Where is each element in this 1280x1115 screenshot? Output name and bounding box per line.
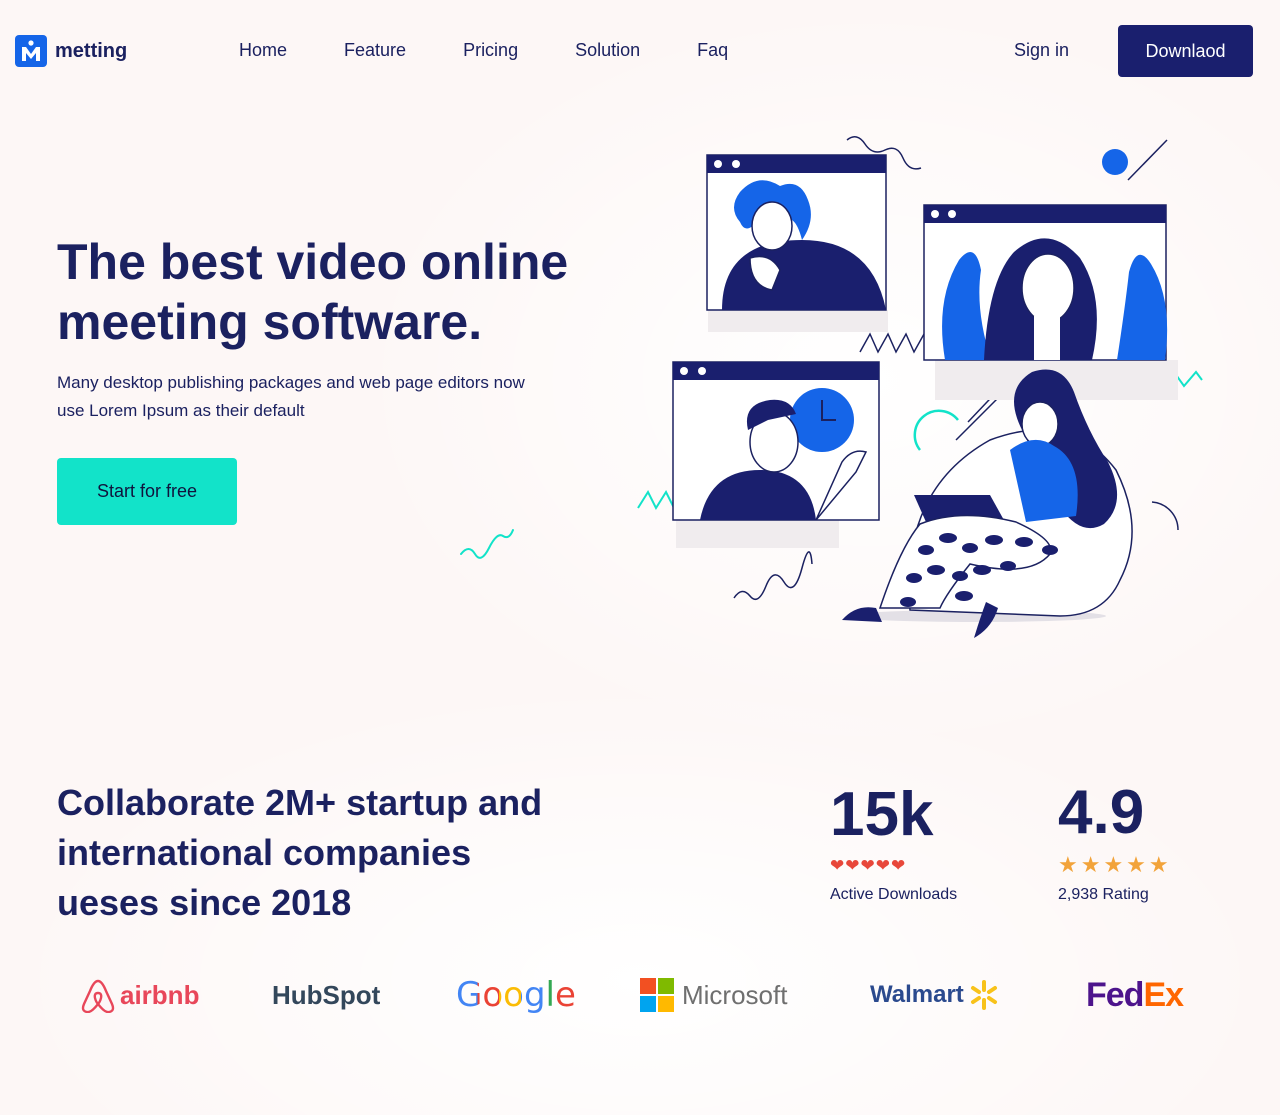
squiggle-decoration — [460, 529, 514, 559]
airbnb-wordmark: airbnb — [120, 979, 200, 1010]
stat-downloads-value: 15k — [830, 780, 934, 849]
airbnb-logo: airbnb — [80, 960, 199, 1030]
logo-icon — [15, 35, 47, 67]
collaborate-heading: Collaborate 2M+ startup and internationa… — [57, 782, 543, 923]
nav-link-faq[interactable]: Faq — [697, 40, 728, 61]
walmart-wordmark: Walmart — [870, 981, 964, 1008]
stat-rating-label: 2,938 Rating — [1058, 886, 1149, 903]
nav-link-pricing[interactable]: Pricing — [463, 40, 518, 61]
main-nav: Home Feature Pricing Solution Faq — [239, 40, 728, 61]
top-navbar: metting Home Feature Pricing Solution Fa… — [0, 0, 1280, 102]
stat-rating: 4.9 ★★★★★ 2,938 Rating — [1058, 778, 1172, 904]
sign-in-link[interactable]: Sign in — [1014, 40, 1069, 61]
download-button[interactable]: Downlaod — [1118, 25, 1253, 77]
walmart-logo: Walmart — [870, 960, 1000, 1030]
hubspot-logo: HubSpot — [272, 960, 380, 1030]
nav-link-home[interactable]: Home — [239, 40, 287, 61]
hubspot-wordmark: HubSpot — [272, 979, 381, 1010]
airbnb-icon — [81, 979, 115, 1013]
partner-logos: airbnb HubSpot Google Microsoft Walmart — [0, 960, 1280, 1030]
star-icons: ★★★★★ — [1058, 852, 1172, 877]
stat-downloads: 15k ❤❤❤❤❤ Active Downloads — [830, 780, 957, 904]
logo[interactable]: metting — [15, 35, 127, 67]
start-for-free-button[interactable]: Start for free — [57, 458, 237, 525]
google-wordmark: Google — [456, 975, 576, 1015]
microsoft-icon — [640, 978, 674, 1012]
fedex-logo: Fed Ex — [1086, 960, 1184, 1030]
walmart-spark-icon — [970, 980, 997, 1010]
hero-title: The best video online meeting software. — [57, 234, 569, 350]
microsoft-wordmark: Microsoft — [682, 979, 788, 1010]
heart-icons: ❤❤❤❤❤ — [830, 856, 907, 875]
stat-rating-value: 4.9 — [1058, 778, 1145, 847]
nav-link-solution[interactable]: Solution — [575, 40, 640, 61]
stat-downloads-label: Active Downloads — [830, 886, 958, 903]
google-logo: Google — [456, 960, 576, 1030]
microsoft-logo: Microsoft — [640, 960, 787, 1030]
video-meeting-illustration — [637, 136, 1203, 638]
fedex-wordmark-fed: Fed — [1086, 975, 1144, 1014]
nav-link-feature[interactable]: Feature — [344, 40, 406, 61]
hero-description: Many desktop publishing packages and web… — [57, 373, 525, 420]
logo-text: metting — [55, 39, 128, 62]
fedex-wordmark-ex: Ex — [1143, 975, 1184, 1014]
